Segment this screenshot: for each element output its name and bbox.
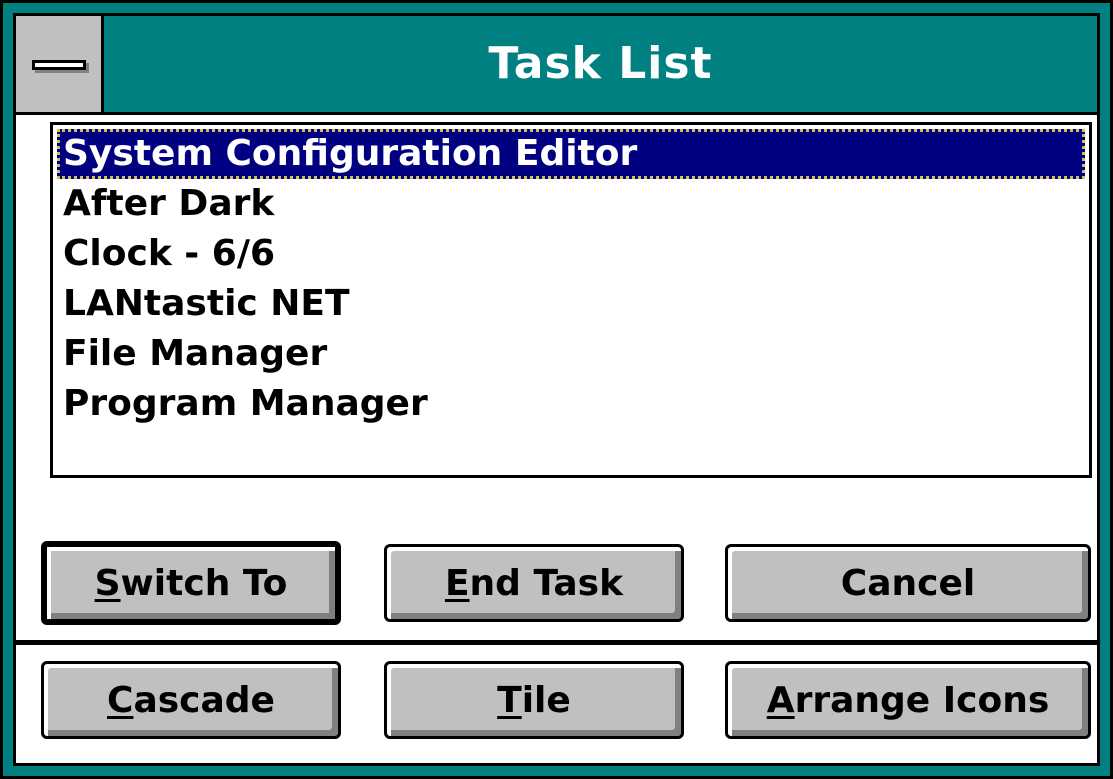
system-menu-bar-glyph <box>32 60 86 70</box>
button-row-divider <box>16 640 1097 645</box>
list-item[interactable]: Clock - 6/6 <box>57 229 1085 279</box>
switch-to-mnemonic: S <box>94 562 121 604</box>
tile-button[interactable]: Tile <box>384 661 684 739</box>
end-task-label: nd Task <box>469 562 624 604</box>
cancel-label: Cancel <box>840 562 976 604</box>
title-bar[interactable]: Task List <box>16 16 1097 115</box>
arrange-icons-mnemonic: A <box>766 679 795 721</box>
end-task-button[interactable]: End Task <box>384 544 684 622</box>
cascade-button[interactable]: Cascade <box>41 661 341 739</box>
list-item[interactable]: System Configuration Editor <box>57 129 1085 179</box>
list-item[interactable]: After Dark <box>57 179 1085 229</box>
task-listbox[interactable]: System Configuration Editor After Dark C… <box>50 122 1092 478</box>
switch-to-label: witch To <box>120 562 288 604</box>
arrange-icons-label: rrange Icons <box>794 679 1050 721</box>
task-list-window: Task List System Configuration Editor Af… <box>0 0 1113 779</box>
list-item[interactable]: LANtastic NET <box>57 279 1085 329</box>
arrange-icons-button[interactable]: Arrange Icons <box>725 661 1091 739</box>
cascade-mnemonic: C <box>107 679 134 721</box>
list-item[interactable]: Program Manager <box>57 379 1085 429</box>
switch-to-button[interactable]: Switch To <box>41 541 341 625</box>
cascade-label: ascade <box>133 679 275 721</box>
tile-mnemonic: T <box>497 679 522 721</box>
dialog-body: Task List System Configuration Editor Af… <box>13 13 1100 766</box>
tile-label: ile <box>521 679 571 721</box>
list-item[interactable]: File Manager <box>57 329 1085 379</box>
system-menu-icon[interactable] <box>16 16 104 112</box>
end-task-mnemonic: E <box>444 562 470 604</box>
window-title: Task List <box>488 38 713 89</box>
cancel-button[interactable]: Cancel <box>725 544 1091 622</box>
